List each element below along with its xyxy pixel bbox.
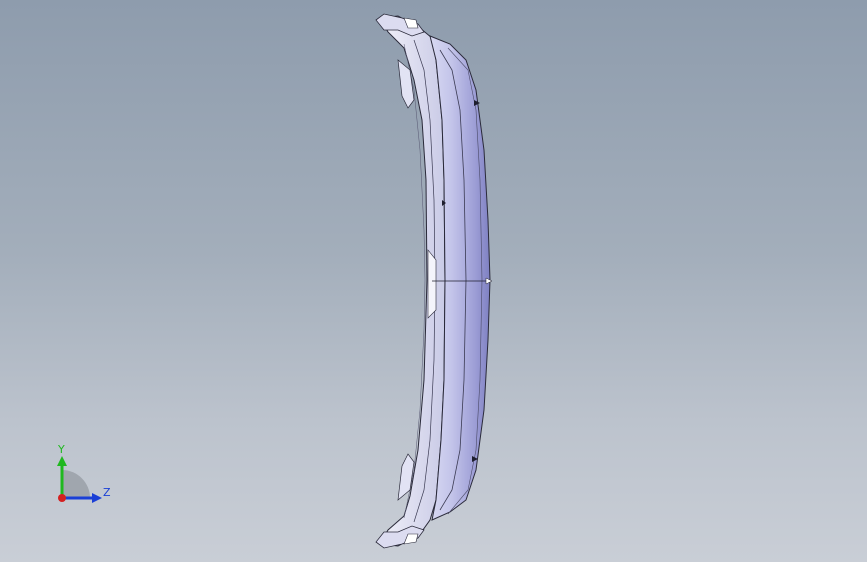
triad-arc [62, 470, 90, 498]
triad-y-label: Y [58, 443, 65, 456]
triad-z-arrow [92, 493, 102, 503]
triad-z-label: Z [103, 486, 111, 499]
flange-detail-mid [427, 249, 437, 319]
graphics-viewport[interactable]: Y Z [0, 0, 867, 562]
triad-x-axis [58, 494, 66, 502]
bumper-model[interactable] [0, 0, 867, 562]
triad-y-arrow [57, 456, 67, 466]
